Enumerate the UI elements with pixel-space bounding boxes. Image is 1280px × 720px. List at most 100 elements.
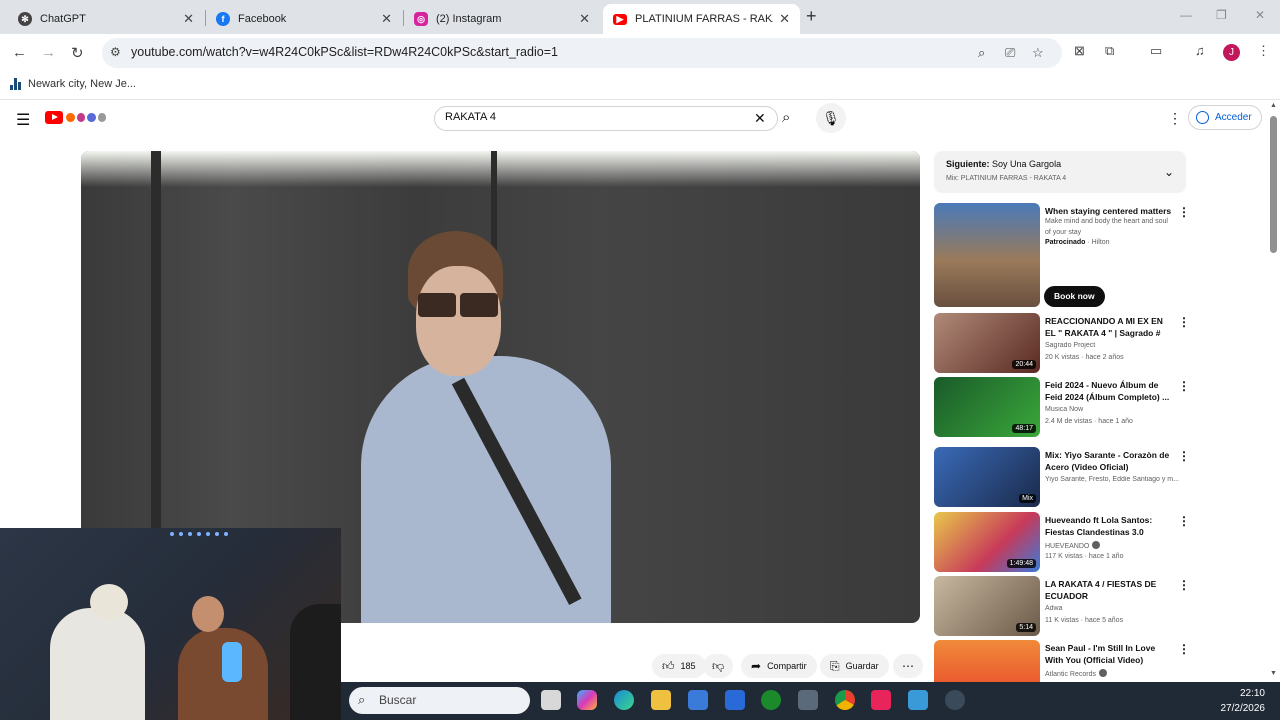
- channel-name[interactable]: Atlantic Records: [1045, 669, 1183, 678]
- scroll-down-arrow-icon[interactable]: ▼: [1270, 670, 1277, 677]
- zoom-icon[interactable]: ⌕: [978, 45, 985, 61]
- recommendation-item[interactable]: 5:14 LA RAKATA 4 / FIESTAS DE ECUADOR Ad…: [934, 576, 1190, 636]
- tab-instagram[interactable]: ◎ (2) Instagram ✕: [404, 4, 600, 34]
- recommendation-item[interactable]: 48:17 Feid 2024 - Nuevo Álbum de Feid 20…: [934, 377, 1190, 437]
- page-scrollbar[interactable]: ▲ ▼: [1268, 100, 1280, 682]
- video-title[interactable]: Feid 2024 - Nuevo Álbum de Feid 2024 (Ál…: [1045, 379, 1173, 403]
- video-thumbnail[interactable]: 1:49:48: [934, 512, 1040, 572]
- minimize-icon[interactable]: —: [1180, 8, 1192, 22]
- app-icon[interactable]: [798, 690, 818, 710]
- video-thumbnail[interactable]: 48:17: [934, 377, 1040, 437]
- recommendation-item[interactable]: Sean Paul - I'm Still In Love With You (…: [934, 640, 1186, 682]
- chrome-icon[interactable]: [835, 690, 855, 710]
- more-actions-button[interactable]: ⋯: [893, 654, 923, 678]
- video-thumbnail[interactable]: 20:44: [934, 313, 1040, 373]
- share-label: Compartir: [767, 661, 807, 671]
- extension-icon[interactable]: ⊠: [1074, 43, 1085, 59]
- close-tab-icon[interactable]: ✕: [183, 11, 194, 27]
- hamburger-menu-icon[interactable]: ☰: [16, 110, 30, 130]
- close-tab-icon[interactable]: ✕: [381, 11, 392, 27]
- back-icon[interactable]: ←: [12, 44, 27, 61]
- taskbar-search[interactable]: ⌕ Buscar: [349, 687, 530, 714]
- recommendation-item[interactable]: Mix Mix: Yiyo Sarante - Corazòn de Acero…: [934, 447, 1190, 507]
- microsoft-store-icon[interactable]: [688, 690, 708, 710]
- scroll-up-arrow-icon[interactable]: ▲: [1270, 102, 1277, 109]
- search-icon[interactable]: ⌕: [782, 109, 790, 126]
- sign-in-button[interactable]: Acceder: [1188, 105, 1262, 130]
- book-now-button[interactable]: Book now: [1044, 286, 1105, 307]
- tab-youtube-active[interactable]: ▶ PLATINIUM FARRAS - RAKATA 4 ✕: [603, 4, 800, 34]
- settings-gear-icon[interactable]: [945, 690, 965, 710]
- channel-name[interactable]: Yiyo Sarante, Fresto, Eddie Santiago y m…: [1045, 476, 1183, 483]
- browser-menu-icon[interactable]: ⋮: [1257, 43, 1270, 59]
- more-options-icon[interactable]: ⋮: [1178, 379, 1190, 393]
- maximize-icon[interactable]: ❐: [1216, 8, 1227, 22]
- close-tab-icon[interactable]: ✕: [779, 11, 790, 27]
- channel-name[interactable]: Sagrado Project: [1045, 342, 1183, 349]
- clear-search-icon[interactable]: ✕: [754, 110, 766, 127]
- share-button[interactable]: ➦ Compartir: [741, 654, 817, 678]
- more-options-icon[interactable]: ⋮: [1178, 315, 1190, 329]
- forward-icon[interactable]: →: [41, 44, 56, 61]
- recommendation-item[interactable]: 20:44 REACCIONANDO A MI EX EN EL " RAKAT…: [934, 313, 1190, 373]
- video-thumbnail[interactable]: 5:14: [934, 576, 1040, 636]
- settings-more-icon[interactable]: ⋮: [1168, 110, 1182, 127]
- search-input[interactable]: [445, 111, 745, 123]
- tab-facebook[interactable]: f Facebook ✕: [206, 4, 402, 34]
- split-view-icon[interactable]: ▭: [1150, 43, 1162, 59]
- address-url[interactable]: youtube.com/watch?v=w4R24C0kPSc&list=RDw…: [131, 45, 558, 59]
- video-title[interactable]: Mix: Yiyo Sarante - Corazòn de Acero (Vi…: [1045, 449, 1173, 473]
- chevron-down-icon[interactable]: ⌄: [1164, 165, 1174, 179]
- profile-avatar[interactable]: J: [1223, 44, 1240, 61]
- ad-sponsor: Patrocinado · Hilton: [1045, 239, 1110, 246]
- video-thumbnail[interactable]: [934, 203, 1040, 307]
- video-title[interactable]: Hueveando ft Lola Santos: Fiestas Clande…: [1045, 514, 1173, 538]
- more-options-icon[interactable]: ⋮: [1178, 514, 1190, 528]
- new-tab-button[interactable]: +: [806, 6, 817, 27]
- video-title[interactable]: Sean Paul - I'm Still In Love With You (…: [1045, 642, 1173, 666]
- like-button[interactable]: 👍︎ 185: [652, 654, 706, 678]
- file-explorer-icon[interactable]: [651, 690, 671, 710]
- tiktok-icon[interactable]: [871, 690, 891, 710]
- youtube-logo[interactable]: [45, 111, 63, 124]
- system-clock[interactable]: 22:10 27/2/2026: [1217, 686, 1266, 716]
- azure-app-icon[interactable]: [725, 690, 745, 710]
- bookmark-star-icon[interactable]: ☆: [1032, 45, 1044, 61]
- close-tab-icon[interactable]: ✕: [579, 11, 590, 27]
- more-options-icon[interactable]: ⋮: [1178, 449, 1190, 463]
- share-icon: ➦: [751, 659, 762, 673]
- xbox-icon[interactable]: [761, 690, 781, 710]
- voice-search-mic-icon[interactable]: 🎙: [816, 103, 846, 133]
- scrollbar-thumb[interactable]: [1270, 116, 1277, 253]
- more-options-icon[interactable]: ⋮: [1178, 578, 1190, 592]
- more-options-icon[interactable]: ⋮: [1178, 205, 1190, 219]
- puzzle-icon[interactable]: ⧉: [1105, 43, 1114, 59]
- youtube-doodle-logo[interactable]: [66, 109, 106, 126]
- install-app-icon[interactable]: ⎚: [1005, 45, 1015, 61]
- channel-name[interactable]: Adwa: [1045, 605, 1183, 612]
- channel-name[interactable]: HUEVEANDO: [1045, 541, 1183, 550]
- more-options-icon[interactable]: ⋮: [1178, 642, 1186, 656]
- video-thumbnail[interactable]: Mix: [934, 447, 1040, 507]
- site-info-icon[interactable]: ⚙: [110, 45, 121, 59]
- task-view-icon[interactable]: [541, 690, 561, 710]
- media-icon[interactable]: ♫: [1195, 43, 1205, 58]
- copilot-icon[interactable]: [577, 690, 597, 710]
- video-title[interactable]: LA RAKATA 4 / FIESTAS DE ECUADOR: [1045, 578, 1173, 602]
- video-title[interactable]: REACCIONANDO A MI EX EN EL " RAKATA 4 " …: [1045, 315, 1173, 339]
- streamer-head: [192, 596, 224, 632]
- bookmark-item[interactable]: Newark city, New Je...: [28, 78, 136, 90]
- edge-icon[interactable]: [614, 690, 634, 710]
- photos-icon[interactable]: [908, 690, 928, 710]
- channel-name[interactable]: Musica Now: [1045, 406, 1183, 413]
- bookmark-icon: ⎘: [830, 658, 840, 673]
- tab-chatgpt[interactable]: ✻ ChatGPT ✕: [8, 4, 204, 34]
- close-window-icon[interactable]: ✕: [1255, 8, 1265, 22]
- recommendation-item[interactable]: 1:49:48 Hueveando ft Lola Santos: Fiesta…: [934, 512, 1190, 572]
- dislike-button[interactable]: 👎︎: [703, 654, 734, 678]
- up-next-panel[interactable]: Siguiente: Soy Una Gargola Mix: PLATINIU…: [934, 151, 1186, 193]
- reload-icon[interactable]: ↻: [71, 44, 84, 62]
- save-button[interactable]: ⎘ Guardar: [820, 654, 889, 678]
- video-thumbnail[interactable]: [934, 640, 1040, 682]
- address-bar[interactable]: ⚙ youtube.com/watch?v=w4R24C0kPSc&list=R…: [102, 38, 1062, 68]
